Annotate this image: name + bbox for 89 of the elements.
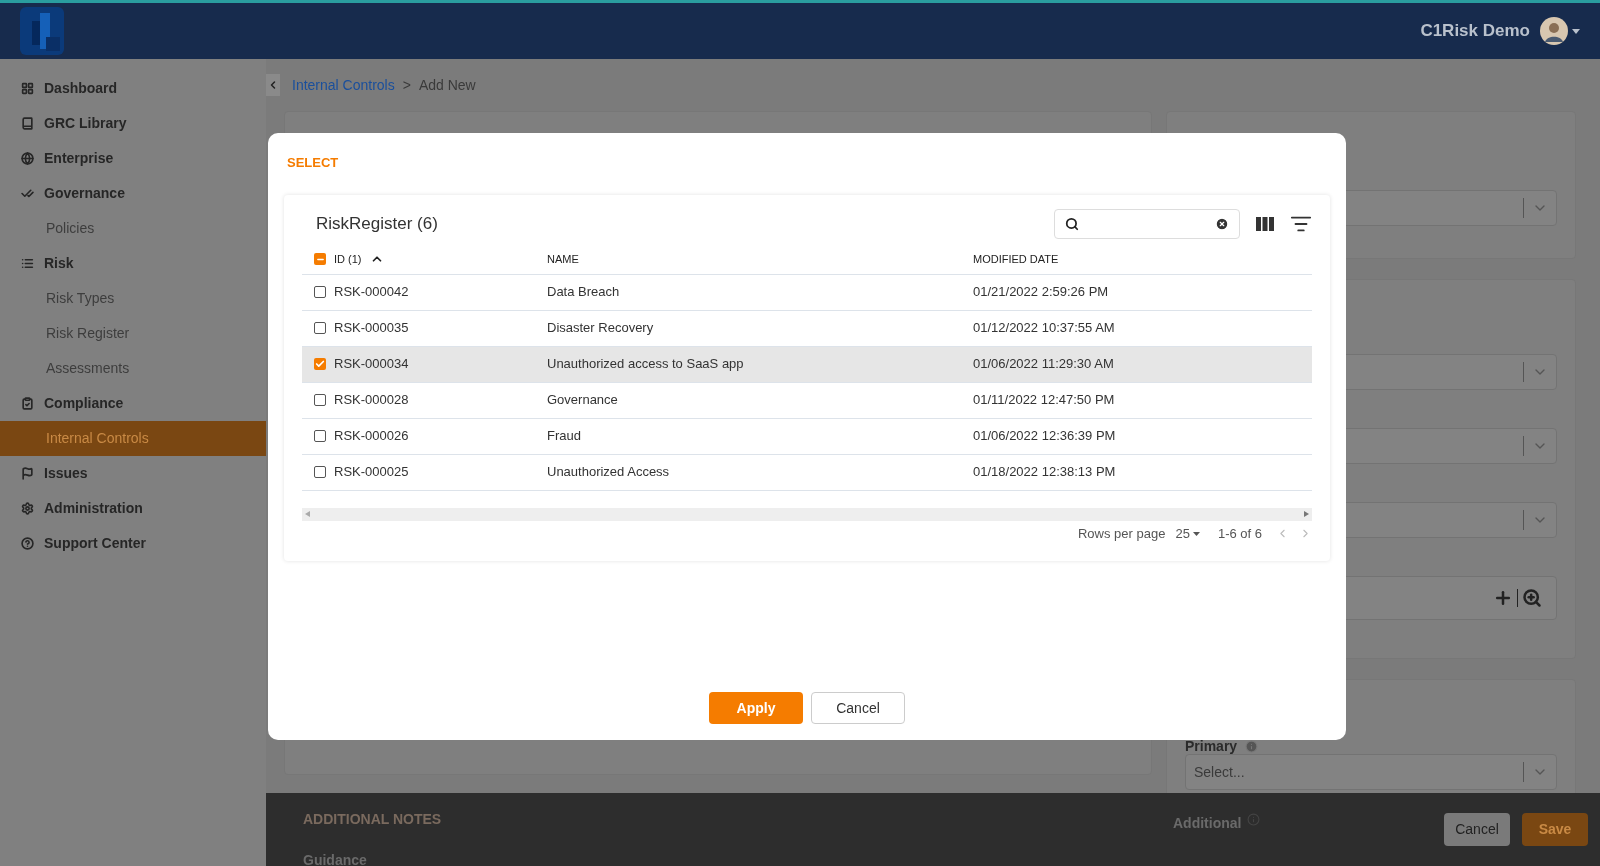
clear-icon[interactable] <box>1215 216 1229 231</box>
apply-button[interactable]: Apply <box>709 692 803 724</box>
table-cell-text: RSK-000026 <box>334 427 409 446</box>
rows-per-page-label: Rows per page <box>1078 524 1166 543</box>
field-label: Guidance <box>303 851 368 866</box>
column-header[interactable]: MODIFIED DATE <box>973 250 1059 268</box>
field-label: Primary <box>1185 739 1238 753</box>
nav-icon <box>21 537 34 550</box>
sidebar-item[interactable]: Support Center <box>0 526 266 561</box>
column-header[interactable]: ID (1) <box>334 250 362 268</box>
caret-icon <box>1192 531 1200 536</box>
table-cell-text: RSK-000042 <box>334 283 409 302</box>
sidebar-item[interactable]: Enterprise <box>0 141 266 176</box>
nav-icon <box>21 117 34 130</box>
table-cell: Disaster Recovery <box>547 320 654 336</box>
table-cell: 01/11/2022 12:47:50 PM <box>973 392 1115 408</box>
sidebar-subitem[interactable]: Internal Controls <box>0 421 266 456</box>
sidebar-subitem[interactable]: Risk Register <box>0 316 266 351</box>
table-cell: 01/21/2022 2:59:26 PM <box>973 284 1109 300</box>
save-button[interactable]: Save <box>1522 813 1588 846</box>
checkbox[interactable] <box>314 322 326 334</box>
search-field[interactable] <box>1054 208 1240 239</box>
table-cell-text: RSK-000034 <box>334 355 409 374</box>
table-row[interactable]: RSK-000042 Data Breach 01/21/2022 2:59:26 PM <box>302 274 1312 311</box>
select-field[interactable]: Select... <box>1185 754 1557 790</box>
dialog-title: SELECT <box>286 154 340 172</box>
table-cell: 01/12/2022 10:37:55 AM <box>973 320 1115 336</box>
sidebar-item[interactable]: GRC Library <box>0 106 266 141</box>
table-cell: Governance <box>547 392 618 408</box>
sidebar-subitem[interactable]: Policies <box>0 211 266 246</box>
table-row[interactable]: RSK-000025 Unauthorized Access 01/18/2022 12:38:13 PM <box>302 454 1312 491</box>
info-icon <box>1247 813 1261 826</box>
checkbox[interactable] <box>314 394 326 406</box>
breadcrumb-separator: > <box>402 75 411 95</box>
checkbox[interactable] <box>314 466 326 478</box>
add-icon[interactable] <box>1493 588 1513 608</box>
table-cell: 01/06/2022 12:36:39 PM <box>973 428 1116 444</box>
checkbox[interactable] <box>314 286 326 298</box>
user-name[interactable]: C1Risk Demo <box>1420 18 1530 44</box>
sidebar-item[interactable]: Risk <box>0 246 266 281</box>
table-title: RiskRegister (6) <box>315 212 439 235</box>
table-cell-text: RSK-000035 <box>334 319 409 338</box>
search-icon <box>1065 216 1079 231</box>
horizontal-scrollbar[interactable] <box>302 507 1312 521</box>
table-cell-text: RSK-000028 <box>334 391 409 410</box>
zoom-icon[interactable] <box>1522 588 1542 608</box>
nav-icon <box>21 397 34 410</box>
sidebar-item[interactable]: Dashboard <box>0 71 266 106</box>
avatar[interactable] <box>1540 17 1568 45</box>
cancel-button[interactable]: Cancel <box>1444 813 1510 846</box>
checkbox[interactable] <box>314 358 326 370</box>
table-cell: 01/06/2022 11:29:30 AM <box>973 356 1114 372</box>
table-row[interactable]: RSK-000034 Unauthorized access to SaaS app 01/06/2022 11:29:30 AM <box>302 346 1312 383</box>
breadcrumb-current: Add New <box>418 75 476 95</box>
sidebar-item[interactable]: Issues <box>0 456 266 491</box>
collapse-button[interactable] <box>266 74 280 96</box>
page-range: 1-6 of 6 <box>1217 524 1262 543</box>
checkbox[interactable] <box>314 253 326 265</box>
nav-icon <box>21 82 34 95</box>
sidebar-item[interactable]: Administration <box>0 491 266 526</box>
sidebar-subitem[interactable]: Assessments <box>0 351 266 386</box>
columns-icon[interactable] <box>1256 216 1274 231</box>
sidebar-item[interactable]: Compliance <box>0 386 266 421</box>
caret-icon[interactable] <box>1572 28 1580 34</box>
nav-icon <box>21 257 34 270</box>
table-cell: 01/18/2022 12:38:13 PM <box>973 464 1116 480</box>
info-icon <box>1245 739 1259 753</box>
nav-icon <box>21 152 34 165</box>
cancel-button[interactable]: Cancel <box>811 692 905 724</box>
table-cell-text: RSK-000025 <box>334 463 409 482</box>
rows-per-page-select[interactable]: 25 <box>1175 523 1200 544</box>
table-row[interactable]: RSK-000035 Disaster Recovery 01/12/2022 10:37:55 AM <box>302 310 1312 347</box>
field-label: Additional <box>1173 814 1242 833</box>
table-cell: Unauthorized access to SaaS app <box>547 356 744 372</box>
table-cell: Data Breach <box>547 284 620 300</box>
table-row[interactable]: RSK-000028 Governance 01/11/2022 12:47:50 PM <box>302 382 1312 419</box>
table-row[interactable]: RSK-000026 Fraud 01/06/2022 12:36:39 PM <box>302 418 1312 455</box>
nav-icon <box>21 502 34 515</box>
scroll-right-icon[interactable] <box>1304 511 1309 517</box>
column-header[interactable]: NAME <box>547 250 579 268</box>
table-cell: Unauthorized Access <box>547 464 670 480</box>
sidebar-item[interactable]: Governance <box>0 176 266 211</box>
checkbox[interactable] <box>314 430 326 442</box>
section-heading: ADDITIONAL NOTES <box>303 810 443 829</box>
table-cell: Fraud <box>547 428 581 444</box>
logo <box>20 7 64 55</box>
nav-icon <box>21 467 34 480</box>
sidebar-subitem[interactable]: Risk Types <box>0 281 266 316</box>
nav-icon <box>21 187 34 200</box>
